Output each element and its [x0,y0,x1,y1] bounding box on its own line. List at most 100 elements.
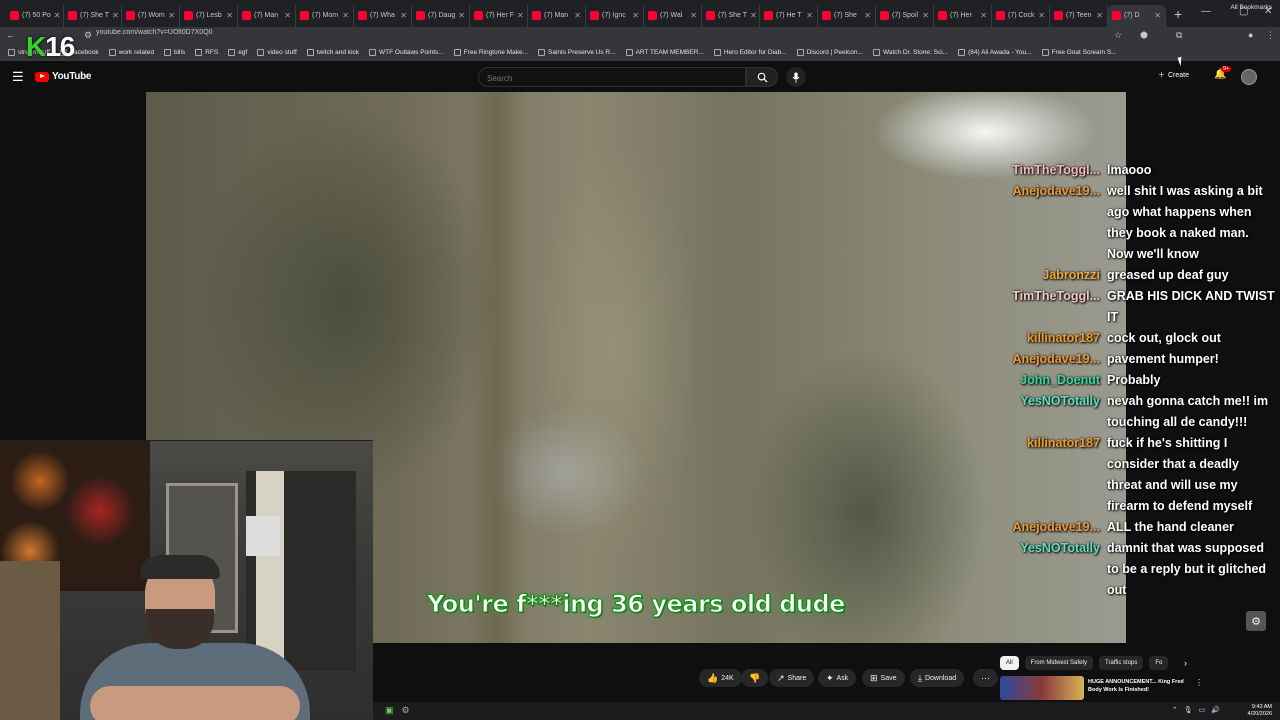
bookmark-item[interactable]: Free Ringtone Make... [453,49,528,56]
extensions-puzzle-icon[interactable]: ⧉ [1176,30,1182,41]
app-icon[interactable]: ▣ [385,705,394,716]
tab-close-icon[interactable]: ✕ [342,11,349,20]
minimize-icon[interactable]: — [1201,6,1211,17]
more-actions-button[interactable]: ⋯ [973,669,998,687]
tab-close-icon[interactable]: ✕ [168,11,175,20]
settings-icon[interactable]: ⚙ [402,705,410,716]
chat-text: lmaooo [1107,163,1152,177]
bookmark-star-icon[interactable]: ☆ [1114,30,1122,41]
tab-close-icon[interactable]: ✕ [400,11,407,20]
tab-close-icon[interactable]: ✕ [632,11,639,20]
youtube-logo[interactable]: YouTube [35,71,92,82]
tab-close-icon[interactable]: ✕ [574,11,581,20]
tab-close-icon[interactable]: ✕ [517,11,524,20]
browser-tab[interactable]: (7) Spoil ✕ [876,4,934,27]
browser-tab[interactable]: (7) Her ✕ [934,4,992,27]
create-button[interactable]: ＋ Create [1158,70,1189,80]
chevron-right-icon[interactable]: › [1184,658,1187,668]
browser-tab[interactable]: (7) 50 Po ✕ [6,4,64,27]
tab-close-icon[interactable]: ✕ [1154,11,1161,20]
bookmark-item[interactable]: Free Goat Scream S... [1041,49,1117,56]
browser-tab[interactable]: (7) Teen ✕ [1050,4,1108,27]
recommended-title[interactable]: HUGE ANNOUNCEMENT... King Fred Body Work… [1088,678,1188,694]
tab-close-icon[interactable]: ✕ [922,11,929,20]
address-bar[interactable]: youtube.com/watch?v=UOlt0D7X0Q0 [96,29,213,36]
recommended-video[interactable]: HUGE ANNOUNCEMENT... King Fred Body Work… [1000,676,1250,700]
filter-chip[interactable]: All [1000,656,1019,670]
download-button[interactable]: ⤓ Download [910,669,965,687]
bookmark-item[interactable]: Saints Preserve Us R... [538,49,616,56]
browser-tab[interactable]: (7) She T ✕ [702,4,760,27]
bookmark-item[interactable]: Hero Editor for Diab... [713,49,787,56]
all-bookmarks[interactable]: All Bookmarks [1230,4,1272,11]
microphone-tray-icon[interactable]: 🎙 [1184,706,1193,714]
chevron-up-icon[interactable]: ⌃ [1172,706,1178,714]
browser-tab[interactable]: (7) Wha ✕ [354,4,412,27]
site-info-icon[interactable]: ⚙ [84,30,92,41]
browser-tab[interactable]: (7) Daug ✕ [412,4,470,27]
search-button[interactable] [746,67,778,87]
save-button[interactable]: ⊞ Save [862,669,905,687]
avatar[interactable] [1241,69,1257,85]
notifications-bell-icon[interactable]: 🔔 9+ [1214,66,1232,80]
filter-chip[interactable]: From Midwest Safety [1024,656,1094,670]
browser-tab[interactable]: (7) Her F ✕ [470,4,528,27]
share-button[interactable]: ↗ Share [769,669,815,687]
browser-tab[interactable]: (7) Ignc ✕ [586,4,644,27]
tab-close-icon[interactable]: ✕ [1038,11,1045,20]
hamburger-menu-icon[interactable]: ☰ [12,69,24,85]
tab-close-icon[interactable]: ✕ [226,11,233,20]
tab-close-icon[interactable]: ✕ [690,11,697,20]
bookmark-item[interactable]: egf [228,49,247,56]
bookmark-item[interactable]: WTF Outlaws Points... [369,49,444,56]
browser-tab[interactable]: (7) Man ✕ [528,4,586,27]
bookmark-item[interactable]: work related [108,49,154,56]
ask-button[interactable]: ✦ Ask [818,669,857,687]
bookmark-item[interactable]: RFS [195,49,218,56]
browser-tab[interactable]: (7) Mom ✕ [296,4,354,27]
bookmark-item[interactable]: Discord | Peelcon... [796,49,863,56]
tab-close-icon[interactable]: ✕ [284,11,291,20]
browser-tab[interactable]: (7) Wom ✕ [122,4,180,27]
tab-close-icon[interactable]: ✕ [980,11,987,20]
browser-tab[interactable]: (7) Wal ✕ [644,4,702,27]
browser-tab[interactable]: (7) She T ✕ [64,4,122,27]
tab-close-icon[interactable]: ✕ [458,11,465,20]
tab-close-icon[interactable]: ✕ [112,11,119,20]
back-icon[interactable]: ← [6,30,15,40]
bookmark-item[interactable]: twitch and kick [306,49,359,56]
dislike-button[interactable]: 👎 [741,669,769,687]
menu-kebab-icon[interactable]: ⋮ [1266,30,1275,41]
bookmark-item[interactable]: video stuff [257,49,297,56]
tab-close-icon[interactable]: ✕ [1096,11,1103,20]
bookmark-item[interactable]: bills [163,49,185,56]
tab-close-icon[interactable]: ✕ [806,11,813,20]
recommended-thumbnail[interactable] [1000,676,1084,700]
new-tab-icon[interactable]: + [1174,6,1182,22]
volume-icon[interactable]: 🔊 [1211,706,1220,714]
browser-tab[interactable]: (7) Cock ✕ [992,4,1050,27]
clock[interactable]: 9:43 AM 4/20/2026 [1248,704,1272,718]
bookmark-item[interactable]: Watch Dr. Stone: Sci... [872,49,948,56]
search-input[interactable] [479,69,745,88]
bookmark-item[interactable]: ART TEAM MEMBER... [625,49,704,56]
voice-search-button[interactable] [786,67,806,87]
filter-chip[interactable]: Traffic stops [1099,656,1144,670]
browser-tab[interactable]: (7) She ✕ [818,4,876,27]
browser-tab[interactable]: (7) Man ✕ [238,4,296,27]
recommended-menu-icon[interactable]: ⋮ [1195,678,1203,687]
like-button[interactable]: 👍 24K [699,669,742,687]
tab-close-icon[interactable]: ✕ [750,11,757,20]
profile-icon[interactable]: ● [1248,30,1253,40]
chat-settings-icon[interactable]: ⚙ [1246,611,1266,631]
tab-close-icon[interactable]: ✕ [864,11,871,20]
browser-tab[interactable]: (7) D ✕ [1108,4,1166,27]
browser-tab[interactable]: (7) Lesb ✕ [180,4,238,27]
network-icon[interactable]: ▭ [1199,706,1206,714]
tab-close-icon[interactable]: ✕ [54,11,61,20]
browser-tab[interactable]: (7) He T ✕ [760,4,818,27]
wall-poster [246,516,280,556]
filter-chip[interactable]: Fo [1149,656,1169,670]
bookmark-item[interactable]: (84) Ali Awada - You... [958,49,1032,56]
extension-icon[interactable]: ⬢ [1140,30,1148,41]
